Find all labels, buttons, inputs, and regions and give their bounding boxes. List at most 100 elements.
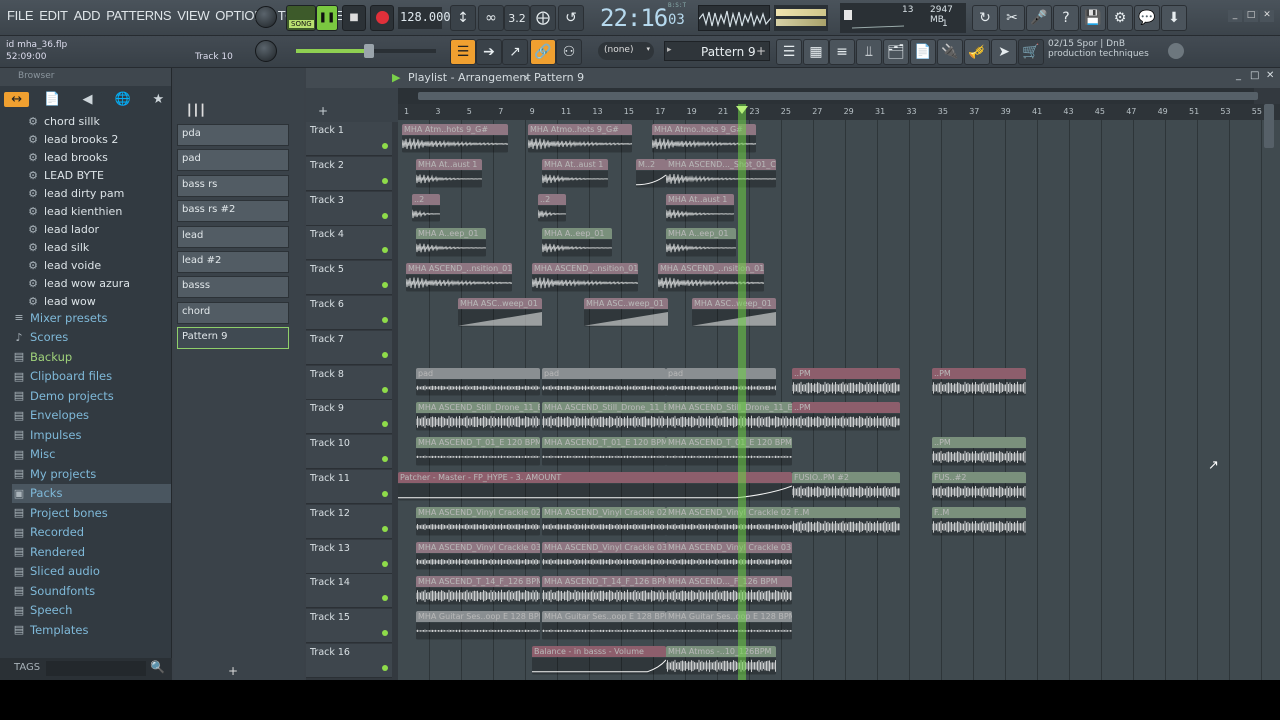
playlist-clip[interactable]: MHA Atm..hots 9_G# [402, 124, 508, 153]
playlist-clip[interactable]: MHA ASCEND_..nsition_01 [406, 263, 512, 292]
mixer-icon[interactable]: ⫫ [856, 39, 882, 65]
browser-preset-item[interactable]: ⚙ lead lador [26, 220, 171, 238]
playlist-clip[interactable]: MHA Guitar Ses..oop E 128 BPM [542, 611, 666, 640]
browser-preset-item[interactable]: ⚙ lead brooks 2 [26, 130, 171, 148]
track-header[interactable]: Track 12 [306, 504, 392, 539]
playlist-clip[interactable]: MHA ASCEND_T_01_E 120 BPM [416, 437, 540, 466]
track-mute-led[interactable] [382, 177, 388, 184]
playlist-clip[interactable]: MHA At..aust 1 [542, 158, 608, 188]
browser-folder-item[interactable]: ▤ Demo projects [12, 386, 171, 406]
playlist-clip[interactable]: MHA ASC..weep_01 [584, 298, 668, 327]
playlist-minimize-button[interactable]: _ [1236, 70, 1241, 81]
pattern-item[interactable]: Pattern 9 [177, 327, 289, 350]
track-mute-led[interactable] [382, 317, 388, 323]
menu-edit[interactable]: EDIT [36, 8, 70, 23]
overview-strip[interactable] [398, 88, 1258, 104]
news-panel[interactable]: 02/15 Spor | DnB production techniques [1048, 39, 1188, 65]
playlist-clip[interactable]: MHA Atmo..hots 9_G# [528, 124, 632, 153]
playhead-marker-icon[interactable] [736, 106, 748, 114]
track-header[interactable]: Track 16 [306, 644, 392, 678]
playlist-clip[interactable]: MHA ASCEND..._Shot_01_C [666, 158, 776, 188]
playlist-clip[interactable]: Balance - in basss - Volume [532, 646, 666, 675]
browser-plugins-tab-icon[interactable]: ◀ [75, 92, 100, 107]
track-mute-led[interactable] [382, 386, 388, 393]
track-mute-led[interactable] [382, 560, 388, 567]
playlist-clip[interactable]: MHA ASCEND_..nsition_01 [532, 263, 638, 292]
playlist-clip[interactable]: MHA ASCEND..._F_126 BPM [666, 576, 792, 606]
browser-preset-item[interactable]: ⚙ lead kienthien [26, 202, 171, 220]
pattern-item[interactable]: pad [177, 149, 289, 172]
playlist-clip[interactable]: MHA At..aust 1 [666, 193, 734, 223]
pattern-prev-icon[interactable]: ▸ [667, 45, 672, 55]
track-mute-led[interactable] [382, 351, 388, 358]
master-pitch-knob[interactable] [255, 40, 277, 62]
playlist-clip[interactable]: ..PM [792, 402, 900, 432]
menu-view[interactable]: VIEW [174, 8, 212, 23]
step-edit-button[interactable]: ⨁ [530, 5, 556, 31]
wait-input-button[interactable]: ∞ [478, 5, 504, 31]
piano-icon[interactable]: ┃┃┃ [186, 104, 206, 117]
globe-icon[interactable] [1168, 43, 1184, 59]
browser-folder-item[interactable]: ♪ Scores [12, 328, 171, 348]
browser-folder-item[interactable]: ▤ Impulses [12, 425, 171, 445]
browser-preset-item[interactable]: ⚙ lead dirty pam [26, 184, 171, 202]
tempo-tapper-icon[interactable]: 🎺 [964, 39, 990, 65]
browser-preset-item[interactable]: ⚙ lead wow azura [26, 274, 171, 292]
menu-patterns[interactable]: PATTERNS [103, 8, 174, 23]
add-track-icon[interactable]: + [228, 664, 238, 678]
track-mute-led[interactable] [382, 212, 388, 219]
cut-tool-button[interactable]: ✂ [999, 5, 1025, 31]
search-icon[interactable]: 🔍 [150, 660, 165, 674]
playlist-clip[interactable]: ..PM [932, 367, 1026, 397]
pattern-selector[interactable]: ▸ Pattern 9 + [664, 41, 770, 61]
playlist-clip[interactable]: MHA ASCEND_T_01_E 120 BPM [666, 437, 792, 466]
master-volume-knob[interactable] [255, 6, 277, 28]
browser-folder-item[interactable]: ▤ Rendered [12, 542, 171, 562]
track-mute-led[interactable] [382, 595, 388, 602]
track-header[interactable]: Track 13 [306, 539, 392, 574]
browser-folder-item[interactable]: ▤ Envelopes [12, 406, 171, 426]
microphone-button[interactable]: 🎤 [1026, 5, 1052, 31]
browser-folder-item[interactable]: ▤ Speech [12, 601, 171, 621]
tempo-display[interactable]: 128.000 [398, 7, 451, 29]
pat-song-switch[interactable]: SONG [286, 5, 316, 31]
menu-add[interactable]: ADD [71, 8, 104, 23]
playlist-clip[interactable]: MHA ASCEND_Vinyl Crackle 02 [542, 506, 666, 536]
browser-online-tab-icon[interactable]: 🌐 [110, 92, 135, 107]
cpu-memory-monitor[interactable]: 13 2947 MB 1 [840, 3, 966, 33]
playlist-clip[interactable]: MHA ASC..weep_01 [458, 298, 542, 327]
add-pattern-icon[interactable]: + [756, 44, 766, 58]
channel-rack-icon[interactable]: ▦ [803, 39, 829, 65]
playhead[interactable] [738, 104, 746, 680]
stop-button[interactable]: ■ [342, 5, 366, 31]
track-header[interactable]: Track 11 [306, 470, 392, 504]
track-header[interactable]: Track 8 [306, 365, 392, 400]
undo-history-button[interactable]: ↻ [972, 5, 998, 31]
browser-all-tab-icon[interactable]: ↔ [4, 91, 30, 107]
tags-input[interactable] [46, 661, 146, 676]
browser-folder-item[interactable]: ≡ Mixer presets [12, 308, 171, 328]
playlist-clip[interactable]: MHA ASCEND_T_14_F_126 BPM [416, 576, 540, 606]
playlist-clip[interactable]: MHA A..eep_01 [416, 228, 486, 258]
playlist-play-icon[interactable]: ▶ [392, 71, 400, 84]
playlist-close-button[interactable]: ✕ [1266, 70, 1274, 81]
playlist-clip[interactable]: MHA Guitar Ses..oop E 128 BPM [416, 611, 540, 640]
browser-preset-item[interactable]: ⚙ lead voide [26, 256, 171, 274]
play-button[interactable]: ❚❚ [316, 5, 338, 31]
track-mute-led[interactable] [382, 143, 388, 149]
project-icon[interactable]: 📄 [910, 39, 936, 65]
pattern-item[interactable]: basss [177, 276, 289, 299]
browser-preset-item[interactable]: ⚙ chord sillk [26, 112, 171, 130]
playlist-clip[interactable]: MHA ASCEND_Vinyl Crackle 02 [666, 506, 792, 536]
browser-folder-item[interactable]: ▤ Sliced audio [12, 562, 171, 582]
playlist-clip[interactable]: MHA ASCEND_Vinyl Crackle 02 [416, 506, 540, 536]
menu-file[interactable]: FILE [4, 8, 36, 23]
volume-handle[interactable] [364, 44, 374, 58]
browser-preset-item[interactable]: ⚙ lead silk [26, 238, 171, 256]
vertical-scrollbar[interactable] [1264, 104, 1274, 148]
track-mute-led[interactable] [382, 630, 388, 637]
playlist-clip[interactable]: ..PM [932, 437, 1026, 466]
playlist-clip[interactable]: MHA ASCEND_T_14_F_126 BPM [542, 576, 666, 606]
chat-button[interactable]: 💬 [1134, 5, 1160, 31]
playlist-clip[interactable]: MHA A..eep_01 [542, 228, 612, 258]
